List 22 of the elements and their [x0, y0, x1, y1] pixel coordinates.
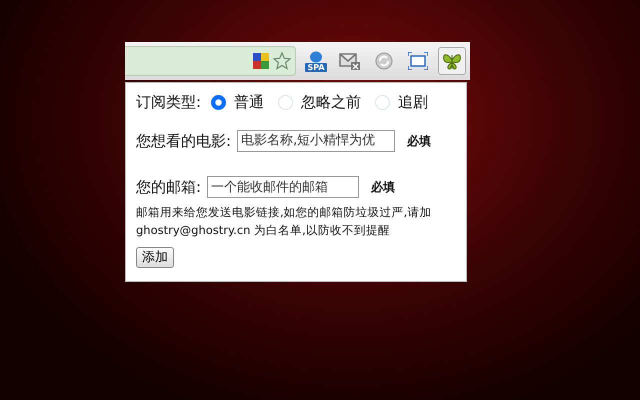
- star-icon[interactable]: [273, 52, 291, 70]
- radio-option-label[interactable]: 追剧: [398, 91, 428, 114]
- movie-input-field[interactable]: 电影名称,短小精悍为优: [237, 130, 396, 152]
- subscription-type-label: 订阅类型:: [136, 92, 202, 113]
- mail-x-icon: [339, 51, 361, 71]
- color-squares-icon[interactable]: [253, 53, 269, 69]
- add-button[interactable]: 添加: [136, 246, 174, 268]
- required-label: 必填: [371, 179, 396, 196]
- required-label: 必填: [407, 132, 432, 150]
- email-input-field[interactable]: 一个能收邮件的邮箱: [207, 176, 360, 198]
- radio-option-label[interactable]: 忽略之前: [301, 91, 362, 114]
- spa-label: SPA: [305, 62, 327, 72]
- radio-button[interactable]: [211, 94, 226, 110]
- address-bar[interactable]: [125, 46, 296, 76]
- spa-extension-button[interactable]: SPA: [302, 47, 330, 75]
- movie-label: 您想看的电影:: [136, 130, 232, 152]
- refresh-icon: [375, 52, 393, 70]
- email-note-text: 邮箱用来给您发送电影链接,如您的邮箱防垃圾过严,请加 ghostry@ghostry.cn 为白名单,以防收不到提醒: [136, 204, 432, 238]
- email-label: 您的邮箱:: [136, 177, 202, 198]
- window-icon: [408, 52, 428, 70]
- radio-option-label[interactable]: 普通: [234, 91, 264, 114]
- butterfly-extension-button[interactable]: [438, 47, 466, 75]
